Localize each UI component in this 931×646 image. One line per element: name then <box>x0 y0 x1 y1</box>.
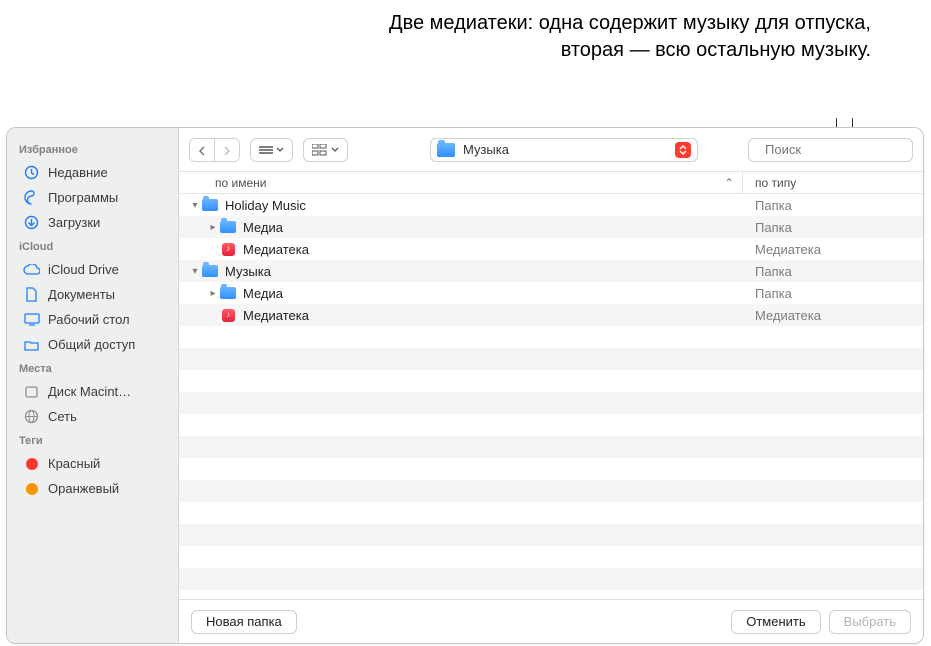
file-type: Папка <box>743 220 923 235</box>
file-name: Музыка <box>219 264 743 279</box>
file-name: Медиа <box>237 286 743 301</box>
sidebar-item-label: Диск Macint… <box>48 384 131 399</box>
sidebar-item-tag-orange[interactable]: Оранжевый <box>11 476 174 501</box>
disclosure-triangle-icon[interactable]: ▾ <box>189 266 201 277</box>
file-name: Медиа <box>237 220 743 235</box>
disclosure-triangle-icon[interactable]: ▸ <box>207 288 219 299</box>
column-header-name[interactable]: по имени ⌃ <box>179 172 743 193</box>
chevron-right-icon <box>223 146 231 156</box>
folder-icon <box>201 199 219 211</box>
globe-icon <box>23 408 40 425</box>
view-list-button[interactable] <box>250 138 293 162</box>
sidebar-item-apps[interactable]: Программы <box>11 185 174 210</box>
apps-icon <box>23 189 40 206</box>
sort-ascending-icon: ⌃ <box>724 176 734 190</box>
table-row[interactable]: МедиатекаМедиатека <box>179 304 923 326</box>
music-library-icon <box>219 309 237 322</box>
choose-button[interactable]: Выбрать <box>829 610 911 634</box>
sidebar-item-label: Загрузки <box>48 215 100 230</box>
disclosure-triangle-icon[interactable]: ▾ <box>189 200 201 211</box>
sidebar-item-desktop[interactable]: Рабочий стол <box>11 307 174 332</box>
sidebar-item-label: Сеть <box>48 409 77 424</box>
shared-icon <box>23 336 40 353</box>
new-folder-button[interactable]: Новая папка <box>191 610 297 634</box>
folder-icon <box>201 265 219 277</box>
sidebar-item-network[interactable]: Сеть <box>11 404 174 429</box>
path-label: Музыка <box>463 142 667 157</box>
chevron-down-icon <box>331 147 339 153</box>
file-name: Медиатека <box>237 308 743 323</box>
forward-button[interactable] <box>214 139 239 162</box>
file-open-dialog: Избранное Недавние Программы Загрузки iCloud… <box>6 127 924 644</box>
sidebar-item-label: Красный <box>48 456 100 471</box>
folder-icon <box>219 287 237 299</box>
music-library-icon <box>219 243 237 256</box>
disk-icon <box>23 383 40 400</box>
sidebar-item-recent[interactable]: Недавние <box>11 160 174 185</box>
file-name: Holiday Music <box>219 198 743 213</box>
sidebar-section-title: iCloud <box>7 235 178 257</box>
up-down-icon <box>679 145 687 155</box>
file-type: Медиатека <box>743 308 923 323</box>
sidebar-item-label: Программы <box>48 190 118 205</box>
sidebar-item-label: Общий доступ <box>48 337 135 352</box>
cancel-button[interactable]: Отменить <box>731 610 820 634</box>
list-icon <box>259 145 273 155</box>
table-row[interactable]: ▸ МедиаПапка <box>179 216 923 238</box>
group-button[interactable] <box>303 138 348 162</box>
file-type: Папка <box>743 198 923 213</box>
download-icon <box>23 214 40 231</box>
tag-dot-icon <box>23 480 40 497</box>
column-type-label: по типу <box>755 176 796 190</box>
sidebar: Избранное Недавние Программы Загрузки iCloud… <box>7 128 179 643</box>
file-name: Медиатека <box>237 242 743 257</box>
sidebar-section-title: Избранное <box>7 138 178 160</box>
table-row[interactable]: ▾ Holiday MusicПапка <box>179 194 923 216</box>
table-row[interactable]: ▸ МедиаПапка <box>179 282 923 304</box>
sidebar-item-label: Недавние <box>48 165 108 180</box>
file-type: Папка <box>743 264 923 279</box>
path-popup[interactable]: Музыка <box>430 138 698 162</box>
file-type: Медиатека <box>743 242 923 257</box>
chevron-down-icon <box>276 147 284 153</box>
sidebar-section-title: Теги <box>7 429 178 451</box>
back-button[interactable] <box>190 139 214 162</box>
sidebar-section-title: Места <box>7 357 178 379</box>
sidebar-item-macdisk[interactable]: Диск Macint… <box>11 379 174 404</box>
path-popup-toggle[interactable] <box>675 142 691 158</box>
sidebar-item-downloads[interactable]: Загрузки <box>11 210 174 235</box>
column-headers: по имени ⌃ по типу <box>179 172 923 194</box>
chevron-left-icon <box>198 146 206 156</box>
sidebar-item-iclouddrive[interactable]: iCloud Drive <box>11 257 174 282</box>
folder-icon <box>219 221 237 233</box>
sidebar-item-documents[interactable]: Документы <box>11 282 174 307</box>
sidebar-item-label: iCloud Drive <box>48 262 119 277</box>
sidebar-item-label: Рабочий стол <box>48 312 130 327</box>
callout-text: Две медиатеки: одна содержит музыку для … <box>351 10 871 64</box>
folder-icon <box>437 143 455 157</box>
desktop-icon <box>23 311 40 328</box>
sidebar-item-shared[interactable]: Общий доступ <box>11 332 174 357</box>
table-row[interactable]: ▾ МузыкаПапка <box>179 260 923 282</box>
tag-dot-icon <box>23 455 40 472</box>
column-name-label: по имени <box>215 176 266 190</box>
nav-back-forward <box>189 138 240 162</box>
sidebar-item-tag-red[interactable]: Красный <box>11 451 174 476</box>
main-pane: Музыка по имени ⌃ <box>179 128 923 643</box>
file-type: Папка <box>743 286 923 301</box>
table-row[interactable]: МедиатекаМедиатека <box>179 238 923 260</box>
search-field[interactable] <box>748 138 913 162</box>
sidebar-item-label: Оранжевый <box>48 481 119 496</box>
clock-icon <box>23 164 40 181</box>
column-header-type[interactable]: по типу <box>743 172 923 193</box>
disclosure-triangle-icon[interactable]: ▸ <box>207 222 219 233</box>
dialog-footer: Новая папка Отменить Выбрать <box>179 599 923 643</box>
grid-icon <box>312 144 328 156</box>
file-list[interactable]: ▾Holiday MusicПапка▸МедиаПапкаМедиатекаМ… <box>179 194 923 599</box>
cloud-icon <box>23 261 40 278</box>
doc-icon <box>23 286 40 303</box>
sidebar-item-label: Документы <box>48 287 115 302</box>
search-input[interactable] <box>763 141 924 158</box>
toolbar: Музыка <box>179 128 923 172</box>
